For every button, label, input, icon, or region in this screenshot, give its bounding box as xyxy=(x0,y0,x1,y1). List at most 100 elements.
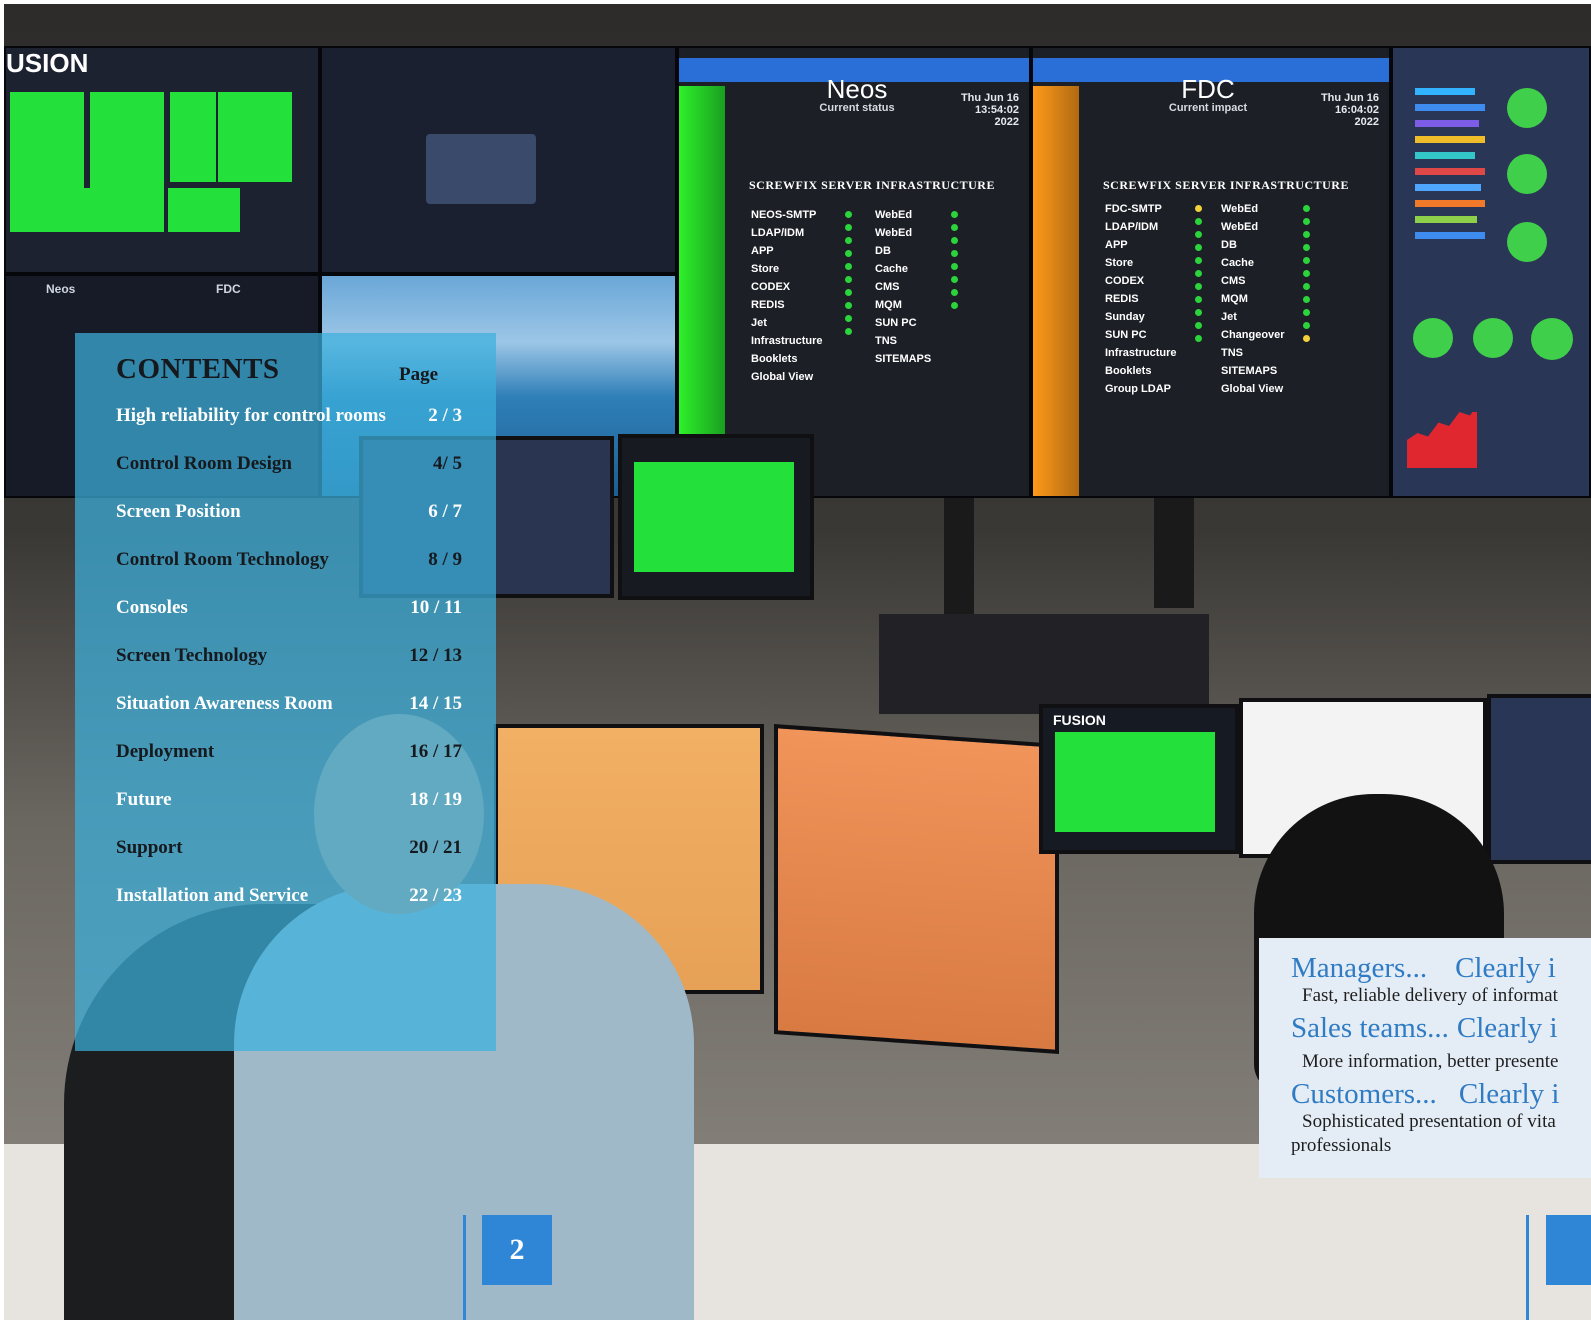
page-number-right xyxy=(1546,1215,1591,1285)
sales-heading: Sales teams... Clearly i xyxy=(1291,1012,1558,1045)
service-name: DB xyxy=(1221,239,1237,251)
service-name: FDC-SMTP xyxy=(1105,203,1162,215)
toc-page-number: 16 / 17 xyxy=(409,741,462,762)
customers-heading: Customers... Clearly i xyxy=(1291,1078,1559,1111)
managers-clearly: Clearly i xyxy=(1455,952,1556,984)
toc-item-situation-awareness-room[interactable]: Situation Awareness Room 14 / 15 xyxy=(116,693,462,719)
service-name: LDAP/IDM xyxy=(1105,221,1159,233)
mini-neos-label: Neos xyxy=(46,282,76,296)
side-dashboard-monitor xyxy=(1487,694,1591,864)
service-name: SUN PC xyxy=(875,317,917,329)
device-screen xyxy=(320,46,677,274)
service-name: APP xyxy=(751,245,774,257)
service-name: WebEd xyxy=(1221,221,1259,233)
customers-label: Customers... xyxy=(1291,1078,1437,1110)
service-name: CMS xyxy=(875,281,900,293)
page-number-rule xyxy=(463,1215,466,1320)
fdc-date: Thu Jun 16 16:04:02 2022 xyxy=(1320,92,1379,128)
fusion-desk-logo: FUSION xyxy=(1053,712,1106,728)
fdc-header: SCREWFIX SERVER INFRASTRUCTURE xyxy=(1103,178,1349,192)
fdc-service-list-1: FDC-SMTP LDAP/IDM APP Store CODEX REDIS Sunday… xyxy=(1105,200,1177,398)
service-name: Cache xyxy=(875,263,909,275)
toc-item-high-reliability[interactable]: High reliability for control rooms 2 / 3 xyxy=(116,405,462,431)
service-name: TNS xyxy=(1221,347,1243,359)
neos-status-screen: Neos Current status Thu Jun 16 13:54:02 … xyxy=(677,46,1031,498)
toc-item-screen-position[interactable]: Screen Position 6 / 7 xyxy=(116,501,462,527)
service-name: Sunday xyxy=(1105,311,1145,323)
toc-label: Control Room Technology xyxy=(116,549,329,570)
toc-item-consoles[interactable]: Consoles 10 / 11 xyxy=(116,597,462,623)
toc-label: Deployment xyxy=(116,741,215,762)
toc-label: Consoles xyxy=(116,597,188,618)
managers-text: Fast, reliable delivery of informat xyxy=(1302,985,1558,1006)
fdc-status-dots-1 xyxy=(1195,200,1203,348)
neos-header: SCREWFIX SERVER INFRASTRUCTURE xyxy=(749,178,995,192)
customers-clearly: Clearly i xyxy=(1458,1078,1560,1110)
service-name: CODEX xyxy=(751,281,791,293)
neos-service-list-1: NEOS-SMTP LDAP/IDM APP Store CODEX REDIS Jet In… xyxy=(751,206,823,386)
neos-status-dots-2 xyxy=(951,206,959,315)
mini-fdc-label: FDC xyxy=(216,282,241,296)
toc-page-number: 8 / 9 xyxy=(428,549,462,570)
service-name: LDAP/IDM xyxy=(751,227,805,239)
service-name: TNS xyxy=(875,335,897,347)
service-name: Cache xyxy=(1221,257,1255,269)
toc-label: Screen Technology xyxy=(116,645,268,666)
toc-label: Future xyxy=(116,789,172,810)
service-name: APP xyxy=(1105,239,1128,251)
neos-date: Thu Jun 16 13:54:02 2022 xyxy=(960,92,1019,128)
service-name: REDIS xyxy=(1105,293,1139,305)
toc-page-number: 14 / 15 xyxy=(409,693,462,714)
fusion-desk-monitor: FUSION xyxy=(1039,704,1239,854)
service-name: CMS xyxy=(1221,275,1246,287)
toc-page-number: 12 / 13 xyxy=(409,645,462,666)
fdc-subtitle: Current impact xyxy=(1168,102,1248,114)
service-name: WebEd xyxy=(875,209,913,221)
dashboard-screen xyxy=(1391,46,1591,498)
toc-page-number: 10 / 11 xyxy=(410,597,462,618)
neos-title: Neos xyxy=(826,74,888,104)
toc-page-number: 6 / 7 xyxy=(428,501,462,522)
toc-label: Screen Position xyxy=(116,501,241,522)
toc-item-installation-and-service[interactable]: Installation and Service 22 / 23 xyxy=(116,885,462,911)
service-name: Global View xyxy=(751,371,814,383)
service-name: Group LDAP xyxy=(1105,383,1171,395)
service-name: Jet xyxy=(751,317,767,329)
service-name: DB xyxy=(875,245,891,257)
audience-info-box: Managers... Clearly i Fast, reliable deli… xyxy=(1259,938,1591,1178)
toc-page-number: 18 / 19 xyxy=(409,789,462,810)
neos-service-list-2: WebEd WebEd DB Cache CMS MQM SUN PC TNS SITEMAPS xyxy=(875,206,931,368)
fdc-title: FDC xyxy=(1181,74,1235,104)
toc-item-control-room-technology[interactable]: Control Room Technology 8 / 9 xyxy=(116,549,462,575)
sales-clearly: Clearly i xyxy=(1456,1012,1558,1044)
service-name: Booklets xyxy=(751,353,798,365)
service-name: Infrastructure xyxy=(1105,347,1177,359)
service-name: Infrastructure xyxy=(751,335,823,347)
toc-item-future[interactable]: Future 18 / 19 xyxy=(116,789,462,815)
contents-title: CONTENTS xyxy=(116,353,280,385)
service-name: Booklets xyxy=(1105,365,1152,377)
toc-item-support[interactable]: Support 20 / 21 xyxy=(116,837,462,863)
toc-label: Control Room Design xyxy=(116,453,292,474)
neos-subtitle: Current status xyxy=(819,102,895,114)
customers-text: Sophisticated presentation of vita xyxy=(1302,1111,1556,1132)
toc-page-number: 2 / 3 xyxy=(428,405,462,426)
small-fusion-monitor xyxy=(618,434,814,600)
service-name: WebEd xyxy=(1221,203,1259,215)
page-number-rule-right xyxy=(1526,1215,1529,1320)
contents-panel: CONTENTS Page High reliability for contr… xyxy=(75,333,496,1051)
service-name: Global View xyxy=(1221,383,1284,395)
toc-item-control-room-design[interactable]: Control Room Design 4/ 5 xyxy=(116,453,462,479)
toc-item-deployment[interactable]: Deployment 16 / 17 xyxy=(116,741,462,767)
service-name: Store xyxy=(751,263,780,275)
toc-label: Support xyxy=(116,837,183,858)
service-name: CODEX xyxy=(1105,275,1145,287)
service-name: NEOS-SMTP xyxy=(751,209,817,221)
toc-item-screen-technology[interactable]: Screen Technology 12 / 13 xyxy=(116,645,462,671)
service-name: REDIS xyxy=(751,299,785,311)
neos-status-dots-1 xyxy=(845,206,853,341)
managers-heading: Managers... Clearly i xyxy=(1291,952,1556,985)
service-name: MQM xyxy=(1221,293,1248,305)
service-name: Changeover xyxy=(1221,329,1285,341)
sales-text: More information, better presente xyxy=(1302,1051,1559,1072)
